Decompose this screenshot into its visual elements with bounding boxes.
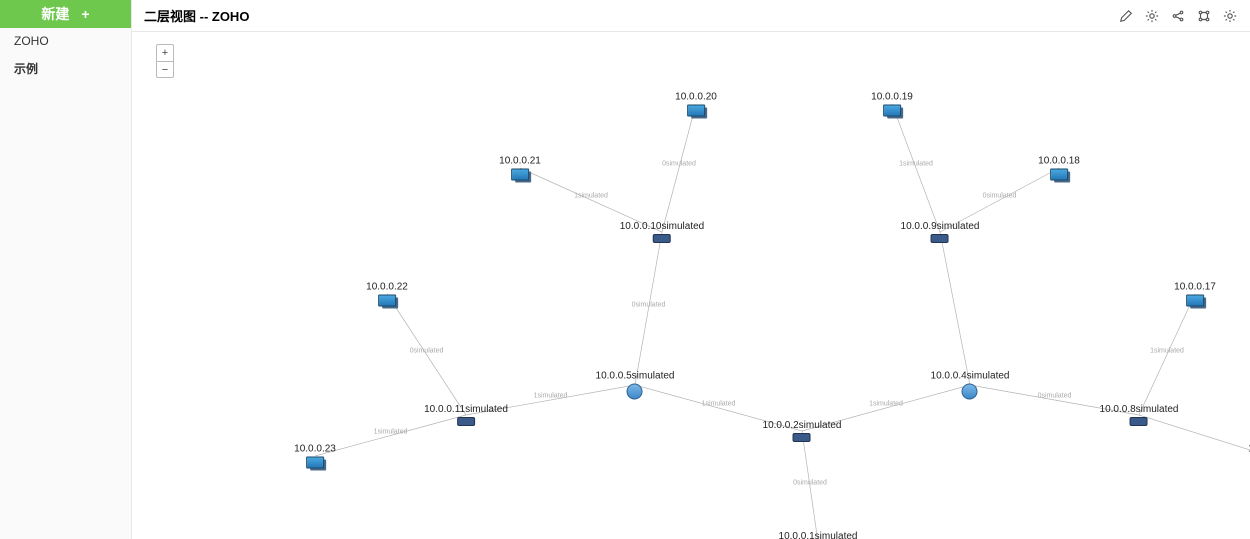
topology-edge <box>635 232 662 385</box>
node-label: 10.0.0.2simulated <box>763 420 842 431</box>
topology-node[interactable]: 10.0.0.19 <box>871 92 913 117</box>
edit-icon[interactable] <box>1118 8 1134 24</box>
node-label: 10.0.0.19 <box>871 92 913 103</box>
desktop-icon <box>1050 169 1068 181</box>
new-button[interactable]: 新建 + <box>0 0 131 28</box>
page-title: 二层视图 -- ZOHO <box>144 6 249 25</box>
desktop-icon <box>687 105 705 117</box>
topology-node[interactable]: 10.0.0.2simulated <box>763 420 842 442</box>
topology-canvas[interactable]: + − 0simulated1simulated1simulated0simul… <box>132 32 1250 539</box>
node-label: 10.0.0.1simulated <box>779 531 858 539</box>
desktop-icon <box>883 105 901 117</box>
switch-icon <box>457 417 475 426</box>
topology-node[interactable]: 10.0.0.22 <box>366 282 408 307</box>
topology-edge <box>802 431 818 539</box>
topology-node[interactable]: 10.0.0.8simulated <box>1100 404 1179 426</box>
node-label: 10.0.0.21 <box>499 156 541 167</box>
sidebar-item-zoho[interactable]: ZOHO <box>0 28 131 54</box>
desktop-icon <box>378 295 396 307</box>
node-label: 10.0.0.9simulated <box>901 221 980 232</box>
topology-node[interactable]: 10.0.0.17 <box>1174 282 1216 307</box>
desktop-icon <box>511 169 529 181</box>
desktop-icon <box>1186 295 1204 307</box>
desktop-icon <box>306 457 324 469</box>
node-label: 10.0.0.8simulated <box>1100 404 1179 415</box>
switch-icon <box>1130 417 1148 426</box>
node-label: 10.0.0.11simulated <box>424 404 508 415</box>
new-button-label: 新建 <box>41 4 69 24</box>
node-label: 10.0.0.18 <box>1038 156 1080 167</box>
switch-icon <box>793 433 811 442</box>
plus-icon: + <box>81 6 89 22</box>
topology-node[interactable]: 10.0.0.11simulated <box>424 404 508 426</box>
topology-edge <box>892 104 940 232</box>
toolbar <box>1118 8 1238 24</box>
switch-icon <box>931 234 949 243</box>
topology-node[interactable]: 10.0.0.23 <box>294 444 336 469</box>
topology-edge <box>662 104 696 232</box>
node-label: 10.0.0.4simulated <box>931 371 1010 382</box>
topology-node[interactable]: 10.0.0.20 <box>675 92 717 117</box>
node-label: 10.0.0.5simulated <box>596 371 675 382</box>
node-label: 10.0.0.10simulated <box>620 221 705 232</box>
topology-node[interactable]: 10.0.0.21 <box>499 156 541 181</box>
node-label: 10.0.0.20 <box>675 92 717 103</box>
topology-node[interactable]: 10.0.0.5simulated <box>596 371 675 400</box>
node-label: 10.0.0.17 <box>1174 282 1216 293</box>
topology-node[interactable]: 10.0.0.10simulated <box>620 221 705 243</box>
topology-edge <box>940 232 970 385</box>
router-icon <box>962 384 978 400</box>
layout-icon[interactable] <box>1196 8 1212 24</box>
node-label: 10.0.0.23 <box>294 444 336 455</box>
topology-edge <box>1139 294 1195 415</box>
page-header: 二层视图 -- ZOHO <box>132 0 1250 32</box>
router-icon <box>627 384 643 400</box>
topology-edge <box>387 294 466 415</box>
topology-node[interactable]: 10.0.0.9simulated <box>901 221 980 243</box>
topology-node[interactable]: 10.0.0.1simulated <box>779 531 858 539</box>
topology-node[interactable]: 10.0.0.18 <box>1038 156 1080 181</box>
switch-icon <box>653 234 671 243</box>
gear-icon[interactable] <box>1144 8 1160 24</box>
share-icon[interactable] <box>1170 8 1186 24</box>
config-icon[interactable] <box>1222 8 1238 24</box>
topology-node[interactable]: 10.0.0.4simulated <box>931 371 1010 400</box>
sidebar: 新建 + ZOHO 示例 <box>0 0 132 539</box>
sidebar-item-example[interactable]: 示例 <box>0 54 131 83</box>
node-label: 10.0.0.22 <box>366 282 408 293</box>
